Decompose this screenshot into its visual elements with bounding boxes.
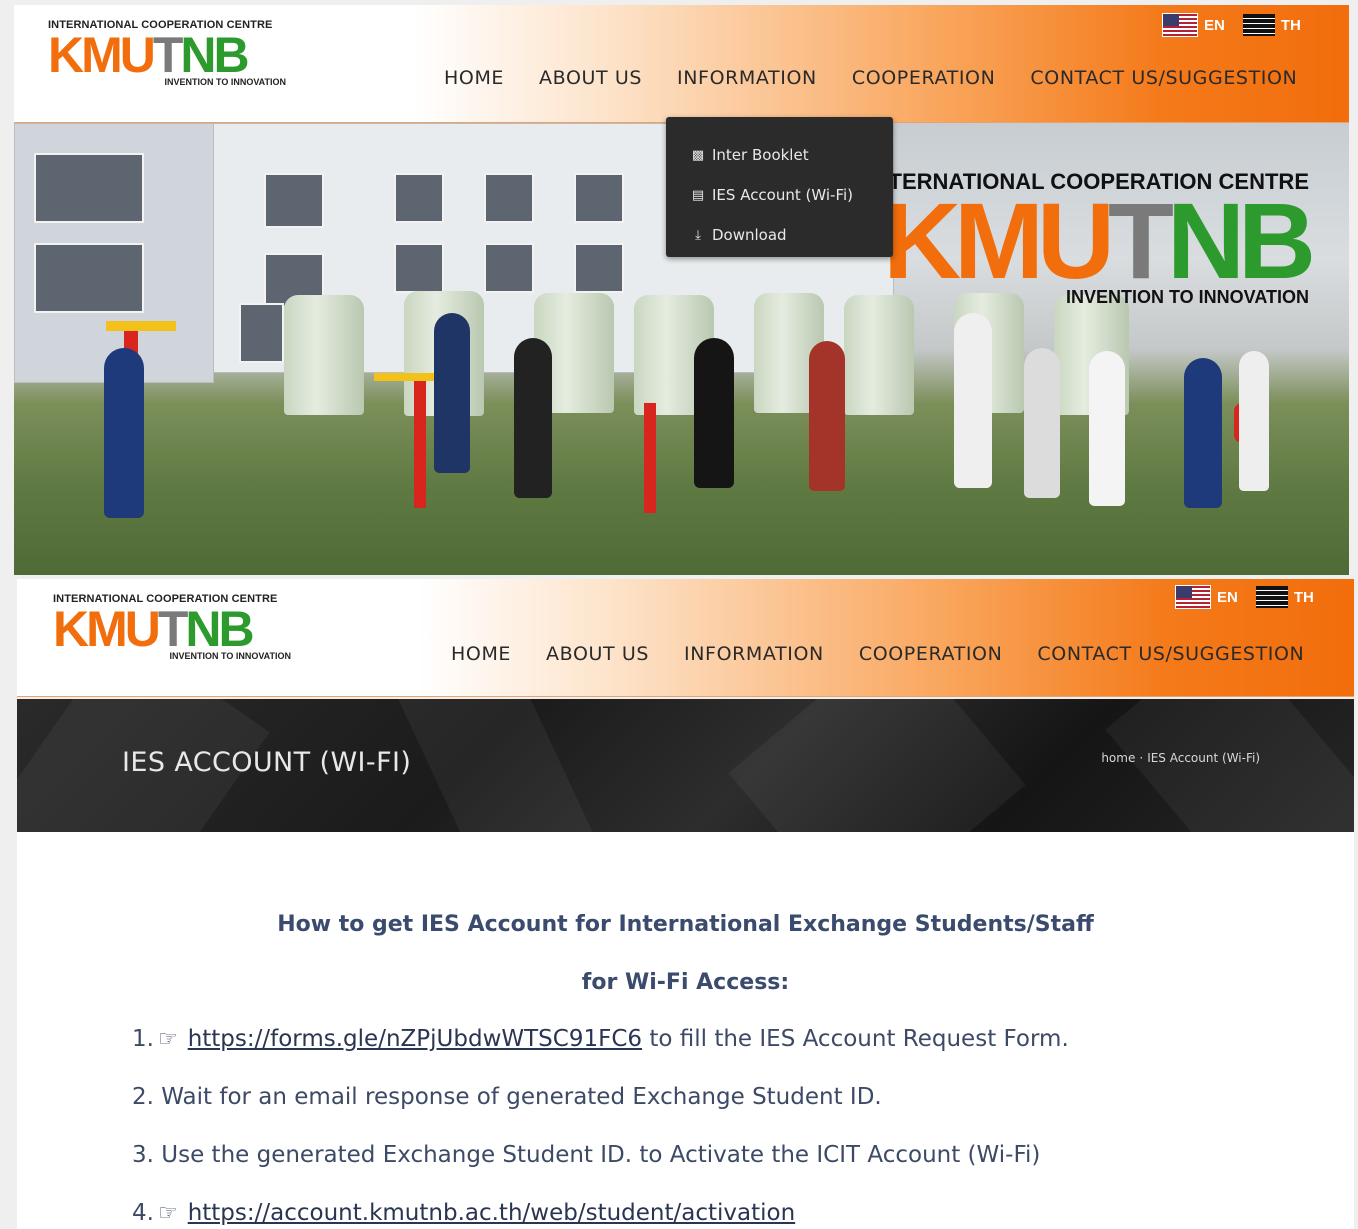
water-tank — [284, 295, 364, 415]
person — [1024, 348, 1060, 498]
site-header-2: INTERNATIONAL COOPERATION CENTRE KMUTNB … — [17, 579, 1354, 697]
nav-contact[interactable]: CONTACT US/SUGGESTION — [1037, 643, 1304, 665]
building-window — [239, 303, 284, 363]
step-number: 1. — [132, 1026, 154, 1052]
banner-decoration — [728, 699, 1026, 832]
language-switcher: EN TH — [1162, 13, 1301, 37]
download-icon: ⤓ — [695, 227, 701, 243]
information-dropdown: ▩ Inter Booklet ▤ IES Account (Wi-Fi) ⤓ … — [666, 117, 893, 257]
step-number: 2. — [132, 1084, 154, 1110]
building-window — [574, 173, 624, 223]
water-tank — [844, 295, 914, 415]
nav-home[interactable]: HOME — [444, 67, 504, 89]
step-text: to fill the IES Account Request Form. — [642, 1026, 1069, 1052]
pointing-hand-icon: ☞ — [157, 1201, 178, 1226]
lang-th-label: TH — [1293, 588, 1314, 606]
person — [1184, 358, 1222, 508]
dropdown-item-ies-account[interactable]: ▤ IES Account (Wi-Fi) — [666, 175, 893, 215]
step-1: 1. ☞ https://forms.gle/nZPjUbdwWTSC91FC6 t… — [132, 1026, 1069, 1052]
lang-th[interactable]: TH — [1242, 14, 1301, 36]
building-window — [574, 243, 624, 293]
lang-en-label: EN — [1217, 588, 1238, 606]
building-window — [34, 153, 144, 223]
hero-logo: INTERNATIONAL COOPERATION CENTRE KMUTNB … — [867, 169, 1316, 308]
id-card-icon: ▤ — [691, 187, 705, 203]
step-text: Wait for an email response of generated … — [161, 1084, 882, 1110]
dropdown-item-download[interactable]: ⤓ Download — [666, 215, 893, 255]
lang-en[interactable]: EN — [1175, 585, 1238, 609]
person — [809, 341, 845, 491]
exercise-equipment — [414, 373, 426, 508]
hero-logo-mark: KMUTNB — [883, 180, 1316, 301]
logo-mark: KMUTNB — [48, 27, 250, 83]
book-icon: ▩ — [691, 147, 705, 163]
nav-cooperation[interactable]: COOPERATION — [859, 643, 1003, 665]
page-title: IES ACCOUNT (WI-FI) — [122, 747, 412, 778]
main-nav: HOME ABOUT US INFORMATION COOPERATION CO… — [451, 643, 1304, 665]
building-window — [394, 243, 444, 293]
building-window — [394, 173, 444, 223]
nav-information[interactable]: INFORMATION — [684, 643, 824, 665]
dropdown-item-label: IES Account (Wi-Fi) — [712, 186, 854, 204]
site-logo[interactable]: INTERNATIONAL COOPERATION CENTRE KMUTNB … — [53, 593, 293, 671]
banner-decoration — [1105, 699, 1354, 832]
person — [514, 338, 552, 498]
exercise-equipment — [644, 403, 656, 513]
building-window — [264, 173, 324, 228]
lang-en[interactable]: EN — [1162, 13, 1225, 37]
nav-contact[interactable]: CONTACT US/SUGGESTION — [1030, 67, 1297, 89]
breadcrumb-home[interactable]: home — [1101, 751, 1135, 765]
nav-about-us[interactable]: ABOUT US — [546, 643, 649, 665]
lang-th[interactable]: TH — [1255, 586, 1314, 608]
main-content: How to get IES Account for International… — [17, 832, 1354, 1229]
language-switcher: EN TH — [1175, 585, 1314, 609]
step-3: 3. Use the generated Exchange Student ID… — [132, 1142, 1040, 1168]
content-heading-line2: for Wi-Fi Access: — [581, 970, 790, 995]
building-window — [34, 243, 144, 313]
site-header: INTERNATIONAL COOPERATION CENTRE KMUTNB … — [14, 5, 1349, 123]
person — [954, 313, 992, 488]
step-2: 2. Wait for an email response of generat… — [132, 1084, 882, 1110]
dropdown-item-inter-booklet[interactable]: ▩ Inter Booklet — [666, 135, 893, 175]
person — [1239, 351, 1269, 491]
building-window — [484, 173, 534, 223]
lang-en-label: EN — [1204, 16, 1225, 34]
step-text: Use the generated Exchange Student ID. t… — [161, 1142, 1041, 1168]
site-logo[interactable]: INTERNATIONAL COOPERATION CENTRE KMUTNB … — [48, 19, 288, 97]
person — [104, 348, 144, 518]
th-flag-icon — [1255, 586, 1288, 608]
nav-cooperation[interactable]: COOPERATION — [852, 67, 996, 89]
banner-decoration — [387, 699, 607, 832]
bottom-frame: INTERNATIONAL COOPERATION CENTRE KMUTNB … — [17, 579, 1354, 699]
request-form-link[interactable]: https://forms.gle/nZPjUbdwWTSC91FC6 — [188, 1026, 642, 1052]
dropdown-item-label: Inter Booklet — [712, 146, 809, 164]
th-flag-icon — [1242, 14, 1275, 36]
breadcrumb-separator: · — [1139, 751, 1144, 765]
step-number: 3. — [132, 1142, 154, 1168]
person — [434, 313, 470, 473]
step-4: 4. ☞ https://account.kmutnb.ac.th/web/stud… — [132, 1200, 795, 1226]
main-nav: HOME ABOUT US INFORMATION COOPERATION CO… — [444, 67, 1297, 89]
step-number: 4. — [132, 1200, 154, 1226]
logo-mark: KMUTNB — [53, 601, 255, 657]
nav-home[interactable]: HOME — [451, 643, 511, 665]
page-title-banner: IES ACCOUNT (WI-FI) home · IES Account (Wi… — [17, 699, 1354, 832]
nav-about-us[interactable]: ABOUT US — [539, 67, 642, 89]
lang-th-label: TH — [1280, 16, 1301, 34]
nav-information[interactable]: INFORMATION — [677, 67, 817, 89]
person — [1089, 351, 1125, 506]
person — [694, 338, 734, 488]
dropdown-item-label: Download — [712, 226, 787, 244]
us-flag-icon — [1162, 13, 1198, 37]
activation-link[interactable]: https://account.kmutnb.ac.th/web/student… — [188, 1200, 795, 1226]
pointing-hand-icon: ☞ — [157, 1027, 178, 1052]
building-window — [484, 243, 534, 293]
us-flag-icon — [1175, 585, 1211, 609]
exercise-equipment — [106, 321, 176, 331]
content-heading-line1: How to get IES Account for International… — [277, 912, 1094, 937]
breadcrumb-current: IES Account (Wi-Fi) — [1147, 751, 1260, 765]
breadcrumb: home · IES Account (Wi-Fi) — [1101, 751, 1260, 765]
